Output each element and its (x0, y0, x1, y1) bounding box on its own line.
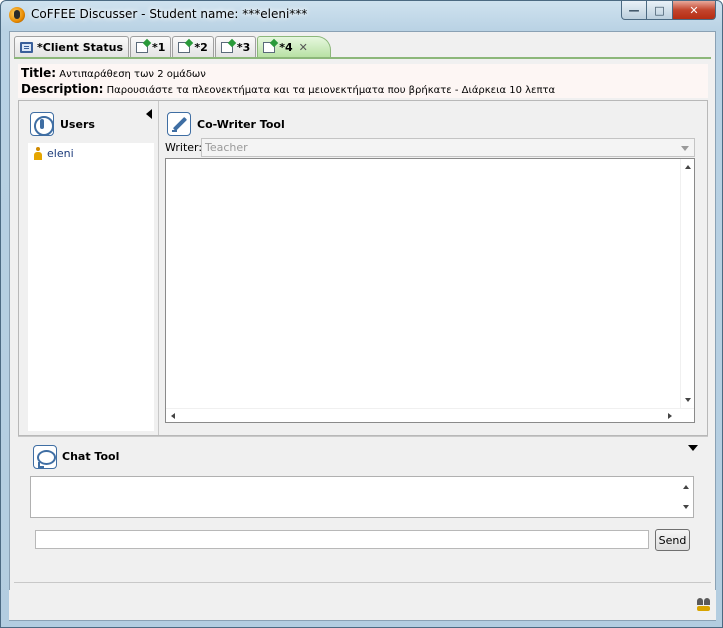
chat-log[interactable] (30, 476, 694, 518)
chat-icon (33, 445, 57, 469)
chat-vertical-scrollbar[interactable] (679, 477, 693, 517)
send-button[interactable]: Send (655, 529, 690, 551)
panel-bottom-border (14, 582, 711, 583)
tab-label: *1 (152, 41, 166, 54)
maximize-button[interactable]: □ (647, 1, 673, 20)
writer-label: Writer: (165, 141, 203, 154)
horizontal-splitter[interactable] (18, 436, 708, 437)
session-title-line: Title: Αντιπαράθεση των 2 ομάδων (21, 66, 206, 80)
chat-message-input[interactable] (35, 530, 649, 549)
minimize-button[interactable]: — (621, 1, 647, 20)
users-header: Users (28, 107, 154, 143)
status-bar (9, 590, 716, 620)
tab-1[interactable]: *1 (130, 36, 172, 58)
cowriter-title: Co-Writer Tool (197, 118, 285, 131)
scroll-up-icon[interactable] (685, 165, 691, 169)
users-list[interactable]: eleni (28, 143, 154, 431)
list-item[interactable]: eleni (34, 147, 74, 160)
session-description-value: Παρουσιάστε τα πλεονεκτήματα και τα μειο… (106, 85, 556, 96)
chevron-down-icon (681, 146, 689, 151)
title-bar[interactable]: CoFFEE Discusser - Student name: ***elen… (1, 1, 722, 29)
vertical-splitter[interactable] (158, 101, 159, 435)
tab-bar: *Client Status *1 *2 *3 *4 ✕ (14, 35, 332, 58)
horizontal-scrollbar[interactable] (166, 408, 694, 422)
tab-4[interactable]: *4 ✕ (257, 36, 331, 58)
session-description-label: Description: (21, 82, 104, 96)
writer-select[interactable]: Teacher (201, 138, 695, 157)
tab-close-icon[interactable]: ✕ (299, 41, 308, 54)
tab-divider (14, 57, 711, 59)
scroll-up-icon[interactable] (683, 485, 689, 489)
main-panel: Users eleni Co-Writer Tool Writer: Teach… (18, 100, 708, 436)
collapse-left-icon[interactable] (146, 109, 152, 119)
user-icon (34, 147, 42, 160)
tab-3[interactable]: *3 (214, 36, 257, 58)
tab-label: *4 (279, 41, 293, 54)
scroll-down-icon[interactable] (683, 505, 689, 509)
tab-label: *3 (236, 41, 251, 54)
tab-client-status[interactable]: *Client Status (14, 36, 129, 58)
note-icon (178, 42, 191, 53)
monitor-icon (20, 42, 33, 53)
users-icon (30, 112, 54, 136)
session-info: Title: Αντιπαράθεση των 2 ομάδων Descrip… (18, 64, 708, 98)
note-icon (136, 42, 148, 53)
users-title: Users (60, 118, 95, 131)
window-controls: — □ ✕ (621, 1, 716, 20)
app-window: CoFFEE Discusser - Student name: ***elen… (0, 0, 723, 628)
client-area: *Client Status *1 *2 *3 *4 ✕ Title: Αντι… (9, 31, 716, 621)
scroll-down-icon[interactable] (685, 398, 691, 402)
vertical-scrollbar[interactable] (680, 159, 694, 422)
session-title-value: Αντιπαράθεση των 2 ομάδων (59, 69, 206, 80)
coffee-app-icon (9, 7, 25, 23)
note-icon (220, 42, 233, 53)
cowriter-panel: Co-Writer Tool Writer: Teacher (165, 107, 703, 431)
session-title-label: Title: (21, 66, 57, 80)
users-status-icon[interactable] (697, 598, 711, 612)
scroll-left-icon[interactable] (171, 413, 175, 419)
user-name: eleni (47, 147, 74, 160)
chevron-down-icon[interactable] (688, 445, 698, 451)
users-panel: Users eleni (28, 107, 154, 431)
note-icon (263, 42, 276, 53)
chat-title: Chat Tool (62, 450, 120, 463)
scroll-right-icon[interactable] (668, 413, 672, 419)
writer-select-value: Teacher (205, 141, 248, 154)
window-title: CoFFEE Discusser - Student name: ***elen… (31, 7, 308, 21)
cowriter-text-area[interactable] (165, 158, 695, 423)
tab-label: *2 (194, 41, 208, 54)
tab-2[interactable]: *2 (172, 36, 214, 58)
close-button[interactable]: ✕ (673, 1, 716, 20)
session-description-line: Description: Παρουσιάστε τα πλεονεκτήματ… (21, 82, 555, 96)
pencil-icon (167, 112, 191, 136)
tab-label: *Client Status (37, 41, 123, 54)
